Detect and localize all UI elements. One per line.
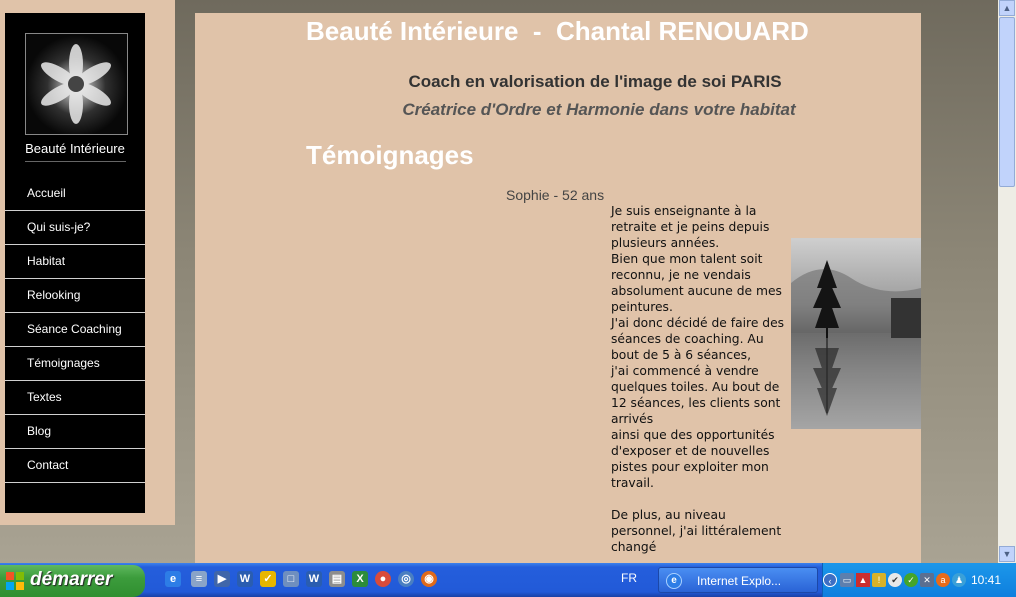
scroll-down-arrow-icon[interactable]: ▼ — [999, 546, 1015, 562]
excel-icon[interactable]: X — [352, 571, 368, 587]
ie-icon: e — [666, 573, 682, 589]
start-label: démarrer — [30, 569, 113, 590]
scroll-up-arrow-icon[interactable]: ▲ — [999, 0, 1015, 16]
language-indicator[interactable]: FR — [621, 571, 643, 589]
logo-text: Beauté Intérieure — [25, 141, 125, 156]
window-icon[interactable]: □ — [283, 571, 299, 587]
chrome-icon[interactable]: ● — [375, 571, 391, 587]
system-tray: ‹ ▭ ▲ ! ✔ ✓ ✕ a ♟ 10:41 — [822, 563, 1016, 597]
firefox-icon[interactable]: ◉ — [421, 571, 437, 587]
checkmark-icon[interactable]: ✓ — [904, 573, 918, 587]
document-icon[interactable]: ≡ — [191, 571, 207, 587]
shield-icon[interactable]: ✔ — [888, 573, 902, 587]
clock: 10:41 — [971, 573, 1002, 587]
antivirus-icon[interactable]: ! — [872, 573, 886, 587]
volume-icon[interactable]: ▲ — [856, 573, 870, 587]
sidebar: Beauté Intérieure Accueil Qui suis-je? H… — [5, 13, 145, 513]
start-button[interactable]: démarrer — [0, 565, 145, 597]
page-title: Témoignages — [306, 140, 474, 170]
word-icon[interactable]: W — [237, 571, 253, 587]
printer-icon[interactable]: ▤ — [329, 571, 345, 587]
nav-item-qui-suis-je[interactable]: Qui suis-je? — [5, 211, 145, 245]
main-content: Beauté Intérieure - Chantal RENOUARD Coa… — [195, 13, 921, 563]
network-icon[interactable]: ▭ — [840, 573, 854, 587]
site-title: Beauté Intérieure - Chantal RENOUARD — [306, 16, 809, 46]
nav-item-textes[interactable]: Textes — [5, 381, 145, 415]
site-subtitle: Coach en valorisation de l'image de soi … — [408, 72, 782, 91]
nav-item-habitat[interactable]: Habitat — [5, 245, 145, 279]
taskbar: démarrer e ≡ ▶ W ✓ □ W ▤ X ● ◎ ◉ FR e In… — [0, 563, 1016, 597]
user-icon[interactable]: ♟ — [952, 573, 966, 587]
nav-item-contact[interactable]: Contact — [5, 449, 145, 483]
testimonial-text: Je suis enseignante à la retraite et je … — [611, 204, 785, 554]
scrollbar-thumb[interactable] — [999, 17, 1015, 187]
logo-image — [25, 33, 128, 135]
testimonial-author: Sophie - 52 ans — [506, 187, 605, 203]
back-arrow-icon[interactable]: ‹ — [823, 573, 837, 587]
network-icon[interactable]: ◎ — [398, 571, 414, 587]
logo-divider — [25, 161, 126, 162]
windows-flag-icon — [6, 572, 24, 590]
word-doc-icon[interactable]: W — [306, 571, 322, 587]
media-player-icon[interactable]: ▶ — [214, 571, 230, 587]
taskbar-ie-label: Internet Explo... — [697, 574, 782, 588]
ie-icon[interactable]: e — [165, 571, 181, 587]
sidebar-nav: Accueil Qui suis-je? Habitat Relooking S… — [5, 177, 145, 483]
avast-icon[interactable]: a — [936, 573, 950, 587]
taskbar-ie-window[interactable]: e Internet Explo... — [658, 567, 818, 593]
left-panel: Beauté Intérieure Accueil Qui suis-je? H… — [0, 0, 175, 525]
nav-item-seance-coaching[interactable]: Séance Coaching — [5, 313, 145, 347]
vertical-scrollbar[interactable]: ▲ ▼ — [998, 0, 1016, 563]
norton-icon[interactable]: ✓ — [260, 571, 276, 587]
nav-item-relooking[interactable]: Relooking — [5, 279, 145, 313]
nav-item-blog[interactable]: Blog — [5, 415, 145, 449]
nav-item-accueil[interactable]: Accueil — [5, 177, 145, 211]
site-tagline: Créatrice d'Ordre et Harmonie dans votre… — [402, 100, 796, 119]
lake-tree-photo — [791, 238, 921, 429]
disconnected-icon[interactable]: ✕ — [920, 573, 934, 587]
nav-item-temoignages[interactable]: Témoignages — [5, 347, 145, 381]
